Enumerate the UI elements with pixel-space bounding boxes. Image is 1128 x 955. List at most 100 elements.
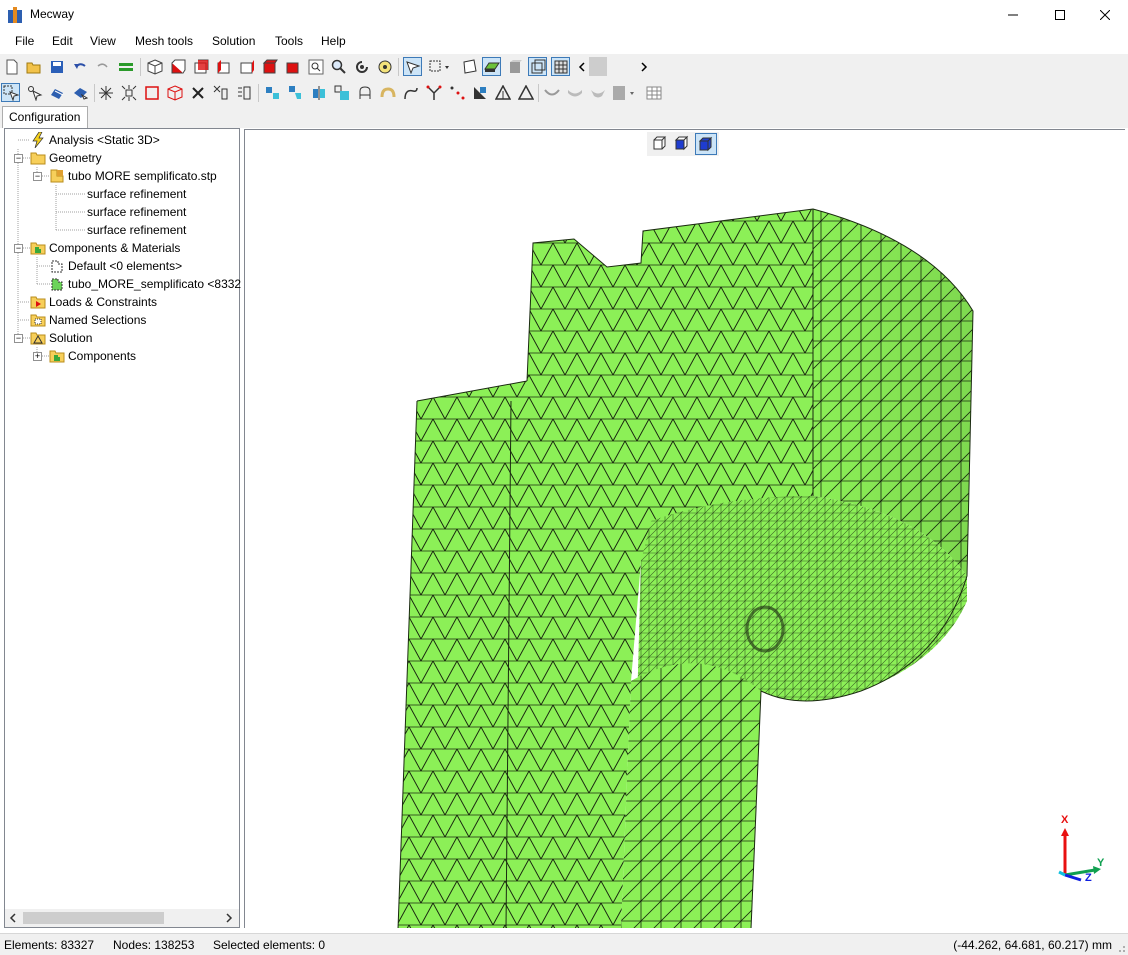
wireframe-icon[interactable]: [459, 57, 478, 76]
bend-icon[interactable]: [378, 83, 397, 102]
new-icon[interactable]: [2, 57, 21, 76]
select-element-icon[interactable]: [70, 83, 89, 102]
lightning-icon: [32, 132, 44, 148]
menu-mesh-tools[interactable]: Mesh tools: [135, 34, 193, 48]
save-icon[interactable]: [47, 57, 66, 76]
menu-help[interactable]: Help: [321, 34, 346, 48]
film-icon[interactable]: [611, 83, 637, 102]
surface-edit-icon[interactable]: [565, 83, 584, 102]
extrude-icon[interactable]: [234, 83, 253, 102]
scroll-left-icon[interactable]: [9, 913, 17, 923]
square-icon[interactable]: [142, 83, 161, 102]
tree-item-surface-refinement-1[interactable]: surface refinement: [87, 185, 186, 203]
cube-wire-icon[interactable]: [165, 83, 184, 102]
undo-icon[interactable]: [70, 57, 89, 76]
tree-item-surface-refinement-3[interactable]: surface refinement: [87, 221, 186, 239]
tree-item-stp-file[interactable]: tubo MORE semplificato.stp: [49, 167, 217, 185]
menu-edit[interactable]: Edit: [52, 34, 73, 48]
explode-icon[interactable]: [119, 83, 138, 102]
selection-dropdown-icon[interactable]: [427, 57, 453, 76]
triangle-fill-icon[interactable]: [470, 83, 489, 102]
title-bar: Mecway: [0, 0, 1128, 30]
tree-item-analysis[interactable]: Analysis <Static 3D>: [30, 131, 160, 149]
view-back-icon[interactable]: [191, 57, 210, 76]
menu-view[interactable]: View: [90, 34, 116, 48]
merge-icon[interactable]: [116, 57, 135, 76]
revolve-icon[interactable]: [355, 83, 374, 102]
mesh-toolbar: [0, 80, 1128, 106]
tree-item-surface-refinement-2[interactable]: surface refinement: [87, 203, 186, 221]
view-right-icon[interactable]: [237, 57, 256, 76]
view-wire-icon[interactable]: [651, 135, 669, 153]
scatter-icon[interactable]: [447, 83, 466, 102]
select-mode-icon[interactable]: [403, 57, 422, 76]
branch-icon[interactable]: [424, 83, 443, 102]
tree-expander-geometry[interactable]: −: [14, 154, 23, 163]
view-front-icon[interactable]: [168, 57, 187, 76]
mesh-render[interactable]: [245, 130, 1125, 928]
solid-icon[interactable]: [505, 57, 524, 76]
resize-grip-icon[interactable]: [1116, 943, 1126, 953]
scroll-right-icon[interactable]: [225, 913, 233, 923]
star-node-icon[interactable]: [96, 83, 115, 102]
mirror-icon[interactable]: [286, 83, 305, 102]
rotate-icon[interactable]: [352, 57, 371, 76]
view-solid-icon[interactable]: [695, 133, 717, 155]
tree-expander-solution-components[interactable]: +: [33, 352, 42, 361]
mesh-icon[interactable]: [551, 57, 570, 76]
tab-configuration[interactable]: Configuration: [2, 106, 88, 128]
beam-icon[interactable]: [588, 83, 607, 102]
menu-bar: File Edit View Mesh tools Solution Tools…: [0, 31, 1128, 53]
shell-icon[interactable]: [542, 83, 561, 102]
delete-icon[interactable]: [188, 83, 207, 102]
close-button[interactable]: [1082, 0, 1128, 30]
table-icon[interactable]: [644, 83, 663, 102]
tree-item-components-materials[interactable]: Components & Materials: [30, 239, 180, 257]
main-toolbar: [0, 54, 1128, 80]
split-icon[interactable]: [211, 83, 230, 102]
view-left-icon[interactable]: [214, 57, 233, 76]
zoom-icon[interactable]: [329, 57, 348, 76]
tree-expander-solution[interactable]: −: [14, 334, 23, 343]
redo-icon[interactable]: [93, 57, 112, 76]
view-iso-icon[interactable]: [145, 57, 164, 76]
model-viewport[interactable]: X Y Z: [244, 129, 1125, 928]
copy-icon[interactable]: [309, 83, 328, 102]
open-icon[interactable]: [24, 57, 43, 76]
triangle-outline-icon[interactable]: [516, 83, 535, 102]
minimize-button[interactable]: [990, 0, 1036, 30]
tree-item-solution-components[interactable]: Components: [49, 347, 136, 365]
refine-icon[interactable]: [263, 83, 282, 102]
menu-solution[interactable]: Solution: [212, 34, 255, 48]
toolbar-scroll-left-icon[interactable]: [576, 57, 588, 76]
tree-item-loads-constraints[interactable]: Loads & Constraints: [30, 293, 157, 311]
tree-label: Components: [68, 349, 137, 363]
tree-item-tubo-component[interactable]: tubo_MORE_semplificato <8332: [49, 275, 241, 293]
select-node-icon[interactable]: [25, 83, 44, 102]
tree-item-geometry[interactable]: Geometry: [30, 149, 102, 167]
tree-item-named-selections[interactable]: Named Selections: [30, 311, 146, 329]
outline-icon[interactable]: [528, 57, 547, 76]
tree-horizontal-scrollbar[interactable]: [5, 909, 239, 927]
view-top-icon[interactable]: [260, 57, 279, 76]
view-shaded-icon[interactable]: [673, 135, 691, 153]
menu-tools[interactable]: Tools: [275, 34, 303, 48]
pointer-icon[interactable]: [1, 83, 20, 102]
sweep-icon[interactable]: [401, 83, 420, 102]
pan-icon[interactable]: [375, 57, 394, 76]
toolbar-scroll-right-icon[interactable]: [638, 57, 650, 76]
menu-file[interactable]: File: [15, 34, 34, 48]
move-icon[interactable]: [332, 83, 351, 102]
tree-expander-stp[interactable]: −: [33, 172, 42, 181]
triangle-hatch-icon[interactable]: [493, 83, 512, 102]
tree-expander-components[interactable]: −: [14, 244, 23, 253]
toolbar-scroll-thumb[interactable]: [589, 57, 607, 76]
surface-icon[interactable]: [482, 57, 501, 76]
zoom-window-icon[interactable]: [306, 57, 325, 76]
view-bottom-icon[interactable]: [283, 57, 302, 76]
tree-item-solution[interactable]: Solution: [30, 329, 92, 347]
maximize-button[interactable]: [1037, 0, 1083, 30]
tree-item-default-component[interactable]: Default <0 elements>: [49, 257, 182, 275]
select-face-icon[interactable]: [47, 83, 66, 102]
scroll-thumb[interactable]: [23, 912, 164, 924]
